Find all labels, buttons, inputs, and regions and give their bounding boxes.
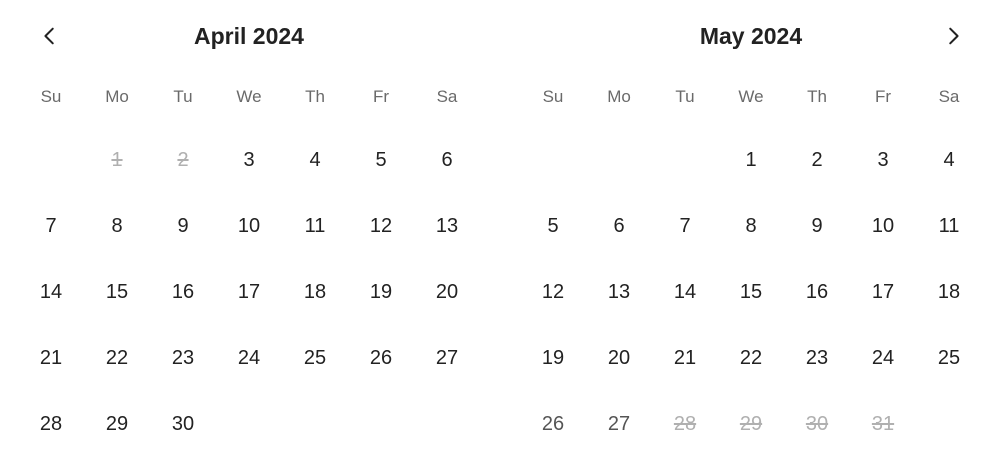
day-cell[interactable]: 30: [150, 391, 216, 457]
weekday-label: Tu: [173, 87, 193, 106]
day-cell[interactable]: 1: [718, 127, 784, 193]
day-cell[interactable]: 5: [520, 193, 586, 259]
empty-day-cell: [652, 127, 718, 193]
day-cell[interactable]: 23: [150, 325, 216, 391]
day-cell[interactable]: 21: [18, 325, 84, 391]
day-cell[interactable]: 2: [784, 127, 850, 193]
weekday-label: Su: [40, 87, 62, 106]
weekday-label: Th: [807, 87, 827, 106]
day-cell[interactable]: 15: [84, 259, 150, 325]
day-cell[interactable]: 22: [84, 325, 150, 391]
day-cell[interactable]: 24: [850, 325, 916, 391]
day-cell[interactable]: 15: [718, 259, 784, 325]
day-cell[interactable]: 26: [520, 391, 586, 457]
day-cell[interactable]: 14: [18, 259, 84, 325]
day-cell[interactable]: 19: [520, 325, 586, 391]
day-cell[interactable]: 19: [348, 259, 414, 325]
day-cell[interactable]: 22: [718, 325, 784, 391]
day-cell[interactable]: 17: [850, 259, 916, 325]
day-cell[interactable]: 13: [586, 259, 652, 325]
day-cell[interactable]: 25: [282, 325, 348, 391]
day-cell[interactable]: 8: [84, 193, 150, 259]
month-title: April 2024: [194, 23, 304, 49]
day-cell[interactable]: 11: [916, 193, 982, 259]
day-cell[interactable]: 28: [18, 391, 84, 457]
weekday-header: Su Mo Tu We Th Fr Sa: [18, 84, 480, 110]
empty-day-cell: [586, 127, 652, 193]
day-cell[interactable]: 11: [282, 193, 348, 259]
empty-day-cell: [18, 127, 84, 193]
day-cell[interactable]: 12: [520, 259, 586, 325]
day-cell[interactable]: 23: [784, 325, 850, 391]
day-cell[interactable]: 6: [586, 193, 652, 259]
day-cell[interactable]: 18: [282, 259, 348, 325]
day-cell[interactable]: 16: [784, 259, 850, 325]
day-cell[interactable]: 7: [652, 193, 718, 259]
day-cell[interactable]: 3: [850, 127, 916, 193]
month-title: May 2024: [699, 23, 803, 49]
day-cell[interactable]: 17: [216, 259, 282, 325]
weekday-label: Sa: [436, 87, 458, 106]
day-cell[interactable]: 12: [348, 193, 414, 259]
day-cell: 29: [739, 412, 763, 435]
day-cell[interactable]: 25: [916, 325, 982, 391]
day-cell[interactable]: 9: [150, 193, 216, 259]
weekday-label: Th: [305, 87, 325, 106]
day-cell: 30: [805, 412, 829, 435]
day-cell[interactable]: 7: [18, 193, 84, 259]
day-cell: 1: [111, 148, 123, 171]
day-cell[interactable]: 10: [216, 193, 282, 259]
day-cell[interactable]: 24: [216, 325, 282, 391]
weekday-label: Su: [542, 87, 564, 106]
day-cell[interactable]: 13: [414, 193, 480, 259]
day-cell[interactable]: 26: [348, 325, 414, 391]
day-cell[interactable]: 27: [414, 325, 480, 391]
day-cell[interactable]: 10: [850, 193, 916, 259]
day-cell[interactable]: 3: [216, 127, 282, 193]
day-grid: 1 2 3 4 5 6 7 8 9 10 11 12 13 14 15 16 17 18 19 20 21 22 23 24 2…: [18, 127, 480, 457]
day-cell[interactable]: 18: [916, 259, 982, 325]
day-grid: 1 2 3 4 5 6 7 8 9 10 11 12 13 14 15 16 17 18 19 20 21 22 23 24 2…: [520, 127, 982, 457]
day-cell: 28: [673, 412, 697, 435]
day-cell[interactable]: 14: [652, 259, 718, 325]
day-cell[interactable]: 4: [916, 127, 982, 193]
day-cell[interactable]: 20: [414, 259, 480, 325]
day-cell[interactable]: 20: [586, 325, 652, 391]
day-cell: 2: [177, 148, 189, 171]
day-cell: 31: [871, 412, 895, 435]
day-cell[interactable]: 8: [718, 193, 784, 259]
day-cell[interactable]: 9: [784, 193, 850, 259]
weekday-label: Mo: [105, 87, 129, 106]
weekday-label: Fr: [874, 87, 892, 106]
weekday-label: We: [738, 87, 764, 106]
weekday-label: Fr: [372, 87, 390, 106]
day-cell[interactable]: 5: [348, 127, 414, 193]
day-cell[interactable]: 16: [150, 259, 216, 325]
day-cell[interactable]: 27: [586, 391, 652, 457]
weekday-label: Sa: [938, 87, 960, 106]
weekday-label: We: [236, 87, 262, 106]
day-cell[interactable]: 6: [414, 127, 480, 193]
weekday-label: Tu: [675, 87, 695, 106]
day-cell[interactable]: 21: [652, 325, 718, 391]
day-cell[interactable]: 4: [282, 127, 348, 193]
weekday-label: Mo: [607, 87, 631, 106]
day-cell[interactable]: 29: [84, 391, 150, 457]
weekday-header: Su Mo Tu We Th Fr Sa: [520, 84, 982, 110]
empty-day-cell: [520, 127, 586, 193]
